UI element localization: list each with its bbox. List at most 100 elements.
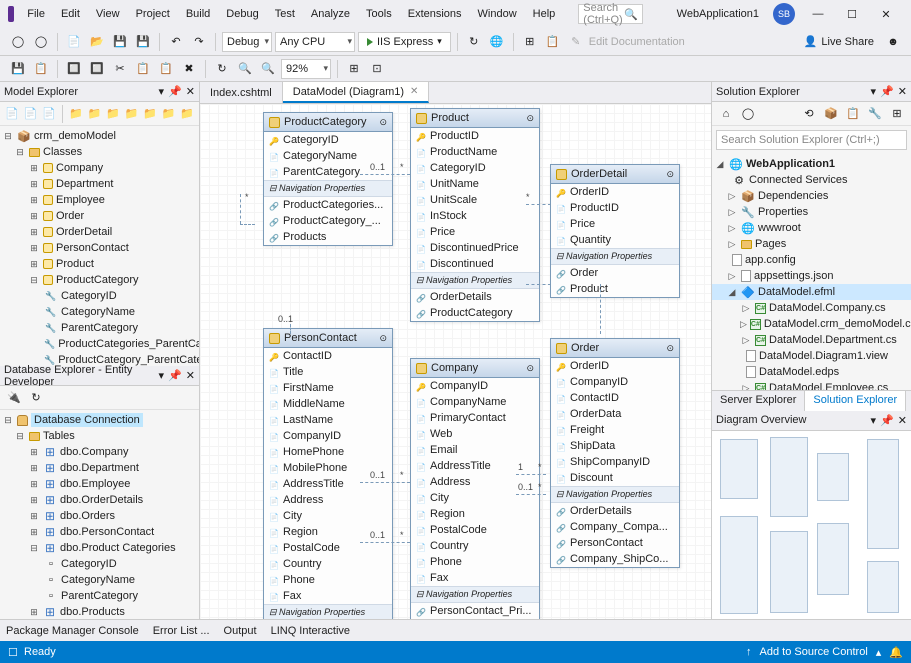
- entity-header[interactable]: Company⊙: [411, 359, 539, 378]
- btab-linq[interactable]: LINQ Interactive: [271, 625, 350, 637]
- entity-property[interactable]: UnitName: [411, 176, 539, 192]
- tb2-icon-3[interactable]: 🔲: [64, 59, 84, 79]
- solution-search[interactable]: Search Solution Explorer (Ctrl+;): [716, 130, 907, 150]
- me-btn3[interactable]: 📄: [41, 104, 57, 124]
- entity-property[interactable]: PostalCode: [411, 522, 539, 538]
- chevron-down-icon[interactable]: ▾: [159, 85, 165, 98]
- entity-property[interactable]: Address: [264, 492, 392, 508]
- menu-build[interactable]: Build: [179, 4, 217, 24]
- entity-nav-property[interactable]: PersonContact: [551, 535, 679, 551]
- open-icon[interactable]: 📂: [87, 32, 107, 52]
- db-column[interactable]: ▫CategoryID: [0, 556, 199, 572]
- tb2-icon-4[interactable]: 🔲: [87, 59, 107, 79]
- me-btn5[interactable]: 📁: [86, 104, 102, 124]
- browser-icon[interactable]: 🌐: [487, 32, 507, 52]
- chevron-down-icon[interactable]: ▾: [871, 85, 877, 98]
- tree-class[interactable]: ⊞OrderDetail: [0, 224, 199, 240]
- sol-file[interactable]: DataModel.Diagram1.view: [712, 348, 911, 364]
- db-btn1[interactable]: 🔌: [4, 388, 24, 408]
- menu-file[interactable]: File: [20, 4, 52, 24]
- entity-header[interactable]: PersonContact⊙: [264, 329, 392, 348]
- entity-property[interactable]: FirstName: [264, 380, 392, 396]
- entity-property[interactable]: ProductID: [551, 200, 679, 216]
- entity-property[interactable]: Price: [411, 224, 539, 240]
- entity-property[interactable]: ProductID: [411, 128, 539, 144]
- se-home-icon[interactable]: ⌂: [716, 104, 736, 124]
- btab-errorlist[interactable]: Error List ...: [153, 625, 210, 637]
- nav-back-icon[interactable]: ◯: [8, 32, 28, 52]
- db-table[interactable]: ⊞dbo.Orders: [0, 508, 199, 524]
- redo-icon[interactable]: ↷: [189, 32, 209, 52]
- entity-property[interactable]: ContactID: [264, 348, 392, 364]
- zoom-in-icon[interactable]: 🔍: [235, 59, 255, 79]
- entity-header[interactable]: Order⊙: [551, 339, 679, 358]
- entity-property[interactable]: DiscontinuedPrice: [411, 240, 539, 256]
- entity-property[interactable]: Phone: [411, 554, 539, 570]
- menu-tools[interactable]: Tools: [359, 4, 399, 24]
- sol-item[interactable]: ▷Pages: [712, 236, 911, 252]
- tree-class[interactable]: ⊞PersonContact: [0, 240, 199, 256]
- close-tab-icon[interactable]: ✕: [410, 86, 418, 97]
- entity-header[interactable]: OrderDetail⊙: [551, 165, 679, 184]
- close-icon[interactable]: ✕: [898, 414, 907, 427]
- sol-file[interactable]: ▷DataModel.crm_demoModel.cs: [712, 316, 911, 332]
- entity-property[interactable]: Quantity: [551, 232, 679, 248]
- entity-nav-property[interactable]: Company_ShipCo...: [551, 551, 679, 567]
- se-btn[interactable]: 🔧: [865, 104, 885, 124]
- entity-property[interactable]: Email: [411, 442, 539, 458]
- entity-property[interactable]: InStock: [411, 208, 539, 224]
- se-btn[interactable]: 📋: [843, 104, 863, 124]
- db-tables[interactable]: ⊟Tables: [0, 428, 199, 444]
- tree-prop[interactable]: ProductCategories_ParentCa: [0, 336, 199, 352]
- sol-item[interactable]: ⚙Connected Services: [712, 172, 911, 188]
- sol-file[interactable]: ▷DataModel.Department.cs: [712, 332, 911, 348]
- tree-class[interactable]: ⊞Order: [0, 208, 199, 224]
- sol-file[interactable]: ▷DataModel.Employee.cs: [712, 380, 911, 390]
- entity-header[interactable]: ProductCategory⊙: [264, 113, 392, 132]
- me-btn9[interactable]: 📁: [160, 104, 176, 124]
- refresh-icon[interactable]: ↻: [464, 32, 484, 52]
- close-button[interactable]: ✕: [869, 3, 903, 25]
- nav-fwd-icon[interactable]: ◯: [31, 32, 51, 52]
- feedback-icon[interactable]: ☻: [883, 32, 903, 52]
- entity-property[interactable]: Phone: [264, 572, 392, 588]
- tb2-icon-2[interactable]: 📋: [31, 59, 51, 79]
- entity-property[interactable]: CompanyID: [411, 378, 539, 394]
- tree-prop[interactable]: ParentCategory: [0, 320, 199, 336]
- tb2-icon-1[interactable]: 💾: [8, 59, 28, 79]
- entity-property[interactable]: PrimaryContact: [411, 410, 539, 426]
- db-btn2[interactable]: ↻: [26, 388, 46, 408]
- live-share-button[interactable]: 👤 Live Share: [798, 35, 880, 48]
- db-table[interactable]: ⊞dbo.Products: [0, 604, 199, 619]
- menu-edit[interactable]: Edit: [54, 4, 87, 24]
- me-btn8[interactable]: 📁: [142, 104, 158, 124]
- entity-property[interactable]: ShipData: [551, 438, 679, 454]
- entity-property[interactable]: MiddleName: [264, 396, 392, 412]
- menu-debug[interactable]: Debug: [219, 4, 265, 24]
- entity-nav-property[interactable]: OrderDetails: [411, 289, 539, 305]
- pin-icon[interactable]: 📌: [880, 414, 894, 427]
- menu-window[interactable]: Window: [471, 4, 524, 24]
- tree-classes[interactable]: ⊟Classes: [0, 144, 199, 160]
- tree-root[interactable]: ⊟📦crm_demoModel: [0, 128, 199, 144]
- pin-icon[interactable]: 📌: [168, 85, 182, 98]
- solution-project[interactable]: ◢🌐WebApplication1: [712, 156, 911, 172]
- paste-icon[interactable]: 📋: [156, 59, 176, 79]
- status-icon[interactable]: 🔔: [889, 646, 903, 659]
- entity-nav-property[interactable]: ProductCategory_...: [264, 213, 392, 229]
- tree-prop[interactable]: CategoryName: [0, 304, 199, 320]
- menu-help[interactable]: Help: [526, 4, 563, 24]
- entity-property[interactable]: Price: [551, 216, 679, 232]
- sol-item[interactable]: ▷🌐wwwroot: [712, 220, 911, 236]
- add-source-control[interactable]: Add to Source Control: [760, 646, 868, 658]
- close-icon[interactable]: ✕: [898, 85, 907, 98]
- entity-property[interactable]: City: [264, 508, 392, 524]
- entity-property[interactable]: OrderID: [551, 184, 679, 200]
- doc-icon[interactable]: 📋: [543, 32, 563, 52]
- new-project-icon[interactable]: 📄: [64, 32, 84, 52]
- grid-icon[interactable]: ⊞: [520, 32, 540, 52]
- me-btn1[interactable]: 📄: [4, 104, 20, 124]
- entity-orderdetail[interactable]: OrderDetail⊙OrderIDProductIDPriceQuantit…: [550, 164, 680, 298]
- entity-nav-property[interactable]: Company_Compa...: [551, 519, 679, 535]
- ptab-solution[interactable]: Solution Explorer: [804, 391, 906, 411]
